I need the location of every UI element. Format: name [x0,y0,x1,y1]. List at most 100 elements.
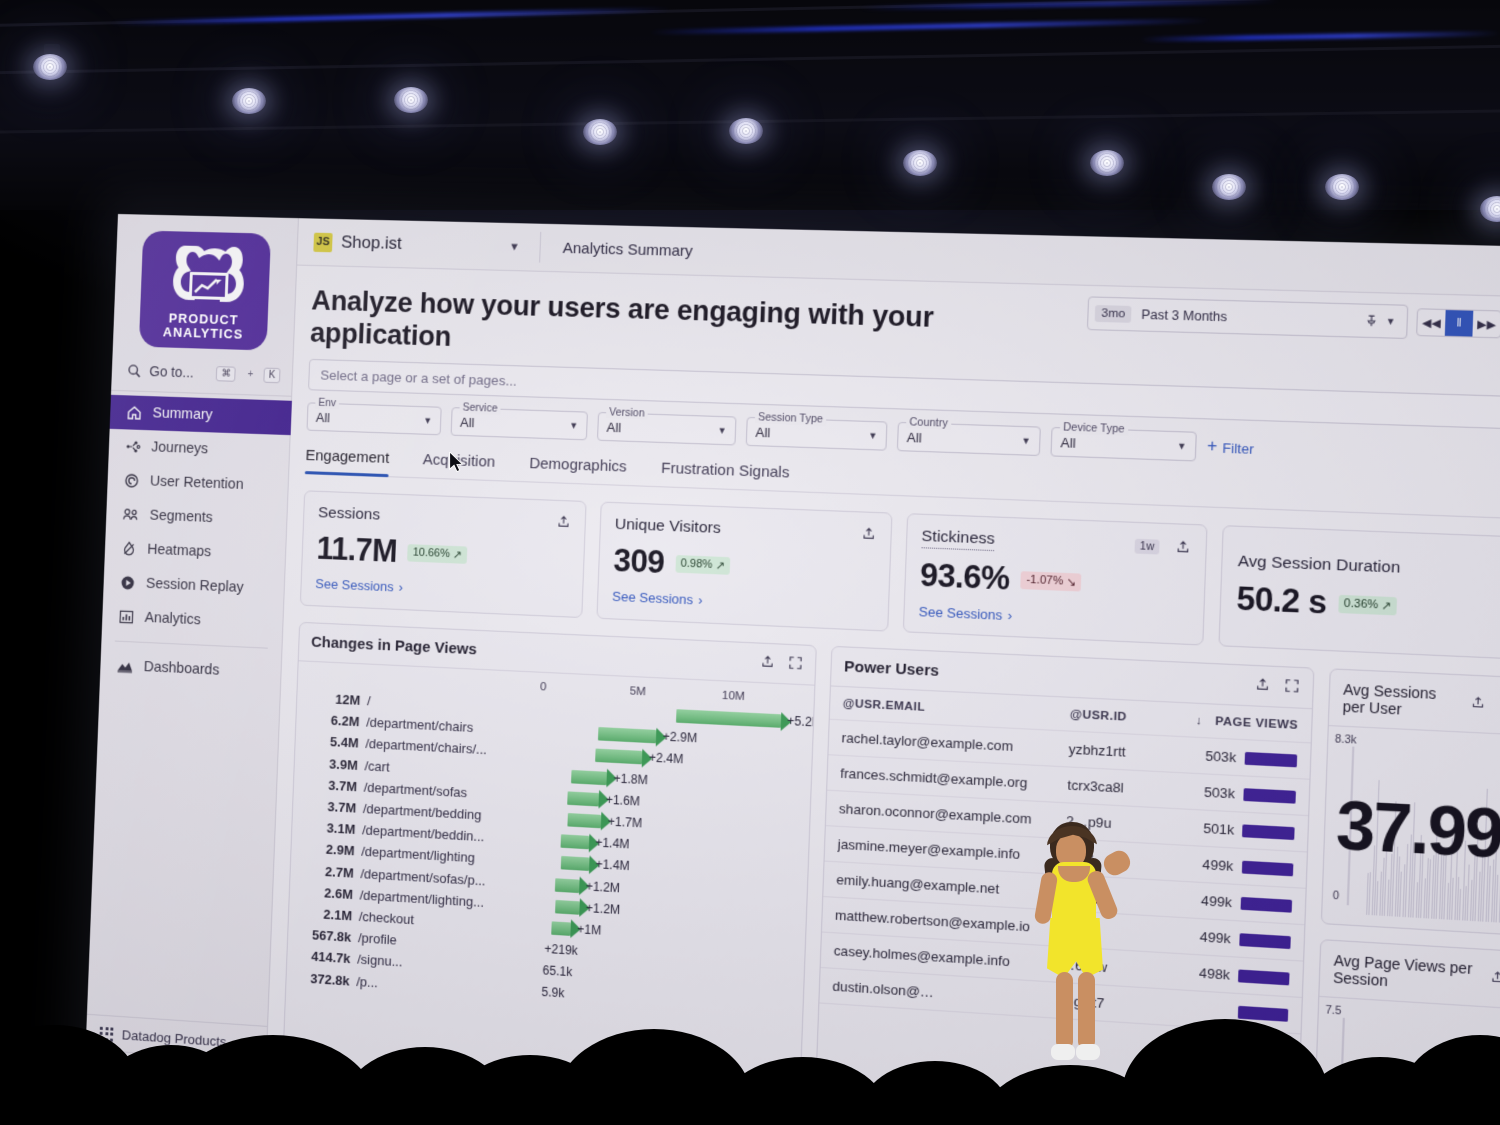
step-forward-button[interactable]: ▶▶ [1472,311,1500,338]
chevron-right-icon: › [1007,607,1013,624]
filter-service[interactable]: Service All ▼ [450,401,588,441]
application-selector[interactable]: Shop.ist [341,232,402,254]
sidebar-item-dashboards[interactable]: Dashboards [100,648,281,691]
y-axis-max: 8.3k [1334,732,1357,747]
chart-row-total: 5.4M [329,734,359,752]
tab-engagement[interactable]: Engagement [305,447,389,476]
column-header-id[interactable]: @USR.ID [1070,708,1188,726]
kpi-card-avg-session-duration: Avg Session Duration 50.2 s 0.36% ↗ [1218,525,1500,661]
chart-row-total: 3.1M [326,820,356,838]
share-icon[interactable] [1175,539,1191,558]
see-sessions-link[interactable]: See Sessions › [612,589,873,616]
column-header-page-views[interactable]: ↓ PAGE VIEWS [1187,713,1299,732]
chevron-down-icon: ▼ [868,430,878,442]
see-sessions-link[interactable]: See Sessions › [315,576,568,602]
tab-frustration-signals[interactable]: Frustration Signals [661,459,790,491]
filter-session-type[interactable]: Session Type All ▼ [745,410,888,451]
sidebar-item-label: Summary [152,405,213,424]
filter-value: All [459,414,475,430]
people-icon [122,506,139,523]
global-search-label: Go to... [149,363,195,381]
heatmap-drop-icon [121,541,137,558]
chart-bar-value: +1.2M [585,900,621,917]
see-sessions-link[interactable]: See Sessions › [918,604,1188,631]
cell-page-views: 503k [1186,747,1298,769]
share-icon[interactable] [1255,677,1271,696]
audience-silhouettes [0,945,1500,1125]
filter-version[interactable]: Version All ▼ [596,406,737,446]
chevron-down-icon[interactable]: ▼ [1386,316,1396,327]
chevron-down-icon[interactable]: ▾ [511,238,518,254]
kpi-card-sessions: Sessions 11.7M 10.66% ↗ See Sessions › [299,490,587,619]
x-axis-tick: 0 [539,680,547,694]
play-circle-icon [121,576,135,590]
cell-page-views: 499k [1182,855,1294,877]
chart-row-total: 567.8k [311,927,352,945]
sidebar-item-analytics[interactable]: Analytics [102,599,283,641]
page-views-value: 499k [1202,856,1234,875]
histogram-bar [1459,888,1462,920]
chart-row-path: /department/sofas [363,779,468,801]
column-header-email[interactable]: @USR.EMAIL [843,697,1071,721]
page-title: Analyze how your users are engaging with… [309,284,935,353]
chart-row-total: 2.7M [324,863,354,881]
pause-button[interactable]: ‖ [1444,310,1474,337]
global-search[interactable]: Go to... ⌘ + K [111,355,293,397]
filter-value: All [606,418,622,435]
page-views-bar [1242,823,1295,840]
chevron-right-icon: › [697,592,703,608]
chart-row-total: 6.2M [330,712,360,730]
chart-bar-value: +2.4M [648,750,684,767]
kpi-value: 309 [612,542,665,581]
chart-row-path: /cart [364,757,390,775]
step-back-button[interactable]: ◀◀ [1417,309,1445,335]
chart-row-total: 2.6M [324,884,354,902]
share-icon[interactable] [760,654,775,672]
shortcut-mod-key: ⌘ [216,365,237,382]
pin-icon[interactable] [1365,314,1379,327]
breadcrumb: Analytics Summary [562,239,694,260]
sort-desc-arrow-icon: ↓ [1195,713,1203,727]
filter-label: Session Type [754,410,827,426]
sidebar-divider [114,640,268,649]
add-filter-button[interactable]: + Filter [1207,437,1254,458]
search-icon [128,363,140,377]
kpi-value: 50.2 s [1235,579,1328,622]
share-icon[interactable] [861,525,876,543]
logo-text: PRODUCT ANALYTICS [162,310,244,342]
chart-bar-value: +1.8M [613,770,649,787]
filter-env[interactable]: Env All ▼ [306,396,442,436]
page-views-bar [1244,751,1298,767]
chart-row-total: 2.1M [323,906,353,924]
page-views-bar [1240,896,1293,913]
x-axis-tick: 5M [629,685,647,699]
product-analytics-logo: PRODUCT ANALYTICS [138,230,272,351]
card-title: Avg Sessions per User [1342,680,1437,718]
tab-demographics[interactable]: Demographics [529,455,627,485]
time-range-label: Past 3 Months [1140,307,1228,325]
filter-device-type[interactable]: Device Type All ▼ [1050,420,1197,462]
chart-bar [550,921,571,936]
kpi-card-stickiness: Stickiness 1w 93.6% -1.07% ↘ See Sessions… [902,513,1208,646]
topbar-divider [539,231,542,263]
share-icon[interactable] [556,514,571,532]
chart-bar-value: +1M [577,921,602,938]
kpi-delta: 10.66% ↗ [407,543,468,564]
page-views-value: 501k [1202,820,1235,838]
time-range-selector[interactable]: 3mo Past 3 Months ▼ [1086,296,1409,340]
chevron-down-icon: ▼ [423,415,433,426]
chevron-right-icon: › [398,579,404,595]
chart-bar [555,877,580,893]
expand-icon[interactable] [788,655,803,673]
chart-bar [676,709,781,728]
filter-country[interactable]: Country All ▼ [896,415,1041,457]
sidebar-item-label: Segments [149,507,213,527]
chart-bar-value: +1.4M [595,857,630,874]
sidebar-nav: Summary Journeys User Retention Segments [100,391,292,691]
card-title: Power Users [843,657,940,681]
mouse-cursor [449,452,464,473]
share-icon[interactable] [1471,695,1486,713]
filter-label: Service [459,401,501,415]
expand-icon[interactable] [1284,678,1300,697]
cell-email: frances.schmidt@example.org [839,765,1028,791]
